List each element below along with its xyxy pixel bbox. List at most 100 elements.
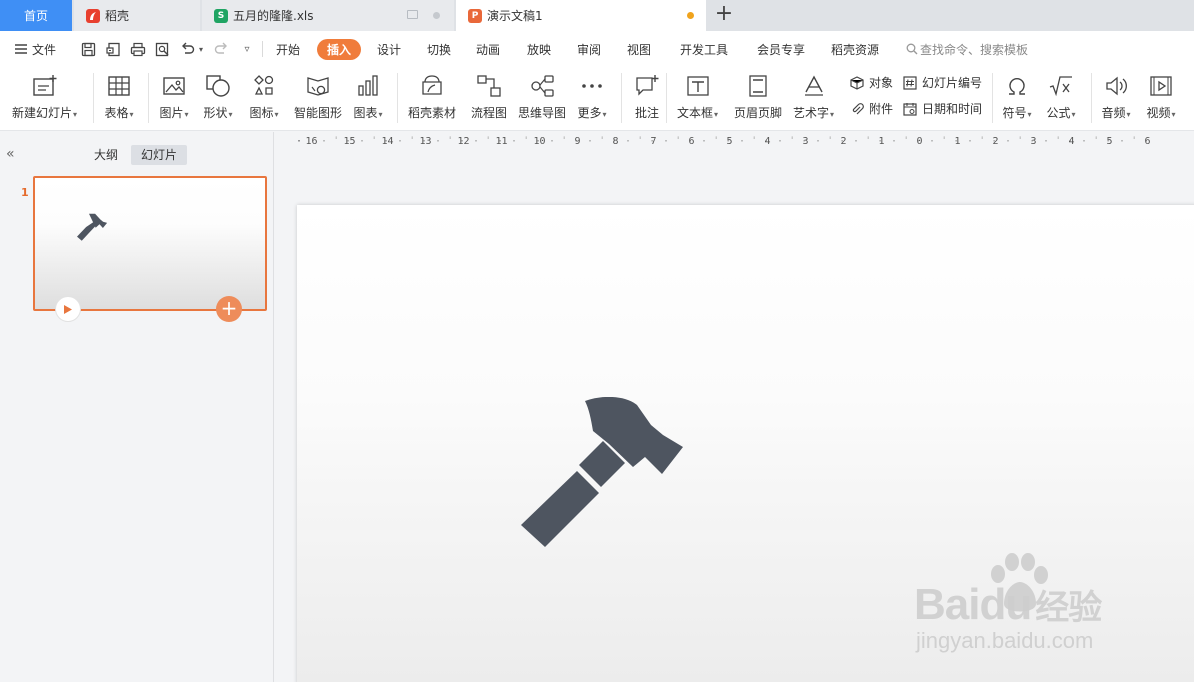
video-label: 视频 (1146, 106, 1171, 120)
ruler-tick: · ˈ · (511, 136, 542, 147)
menu-design[interactable]: 设计 (377, 41, 401, 58)
undo-dropdown-icon[interactable]: ▾ (196, 40, 206, 58)
tab-spreadsheet-label: 五月的隆隆.xls (233, 9, 314, 23)
smart-graphic-button[interactable]: 智能图形 (294, 71, 342, 121)
command-search[interactable]: 查找命令、搜索模板 (906, 41, 1028, 58)
unsaved-dot-icon[interactable] (687, 12, 694, 19)
textbox-button[interactable]: 文本框▾ (677, 71, 718, 121)
insert-ribbon: 新建幻灯片▾ 表格▾ 图片▾ 形状▾ 图标▾ 智能图形 图表▾ 稻壳素材 流程图… (0, 67, 1194, 131)
tab-daoke-label: 稻壳 (105, 9, 130, 23)
bar-chart-icon (353, 71, 383, 101)
ruler-tick: · ˈ · (1119, 136, 1150, 147)
shape-button[interactable]: 形状▾ (203, 71, 233, 121)
menu-bar: 文件 ▾ ▿ 开始 插入 设计 切换 动画 放映 审阅 视图 开发工具 会员专享… (0, 31, 1194, 67)
print-icon[interactable] (129, 40, 147, 58)
attachment-button[interactable]: 附件 (849, 100, 893, 117)
comment-button[interactable]: 批注 (632, 71, 662, 121)
undo-icon[interactable] (178, 40, 196, 58)
tab-slides[interactable]: 幻灯片 (131, 145, 188, 165)
table-button[interactable]: 表格▾ (104, 71, 134, 121)
ruler-tick: · ˈ · (435, 136, 466, 147)
chart-button[interactable]: 图表▾ (353, 71, 383, 121)
object-button[interactable]: 对象 (849, 74, 893, 91)
icon-library-button[interactable]: 图标▾ (249, 71, 279, 121)
ruler-label: 8 (612, 136, 619, 147)
menu-member[interactable]: 会员专享 (757, 41, 805, 58)
slide-number-button[interactable]: 幻灯片编号 (902, 74, 982, 91)
chevron-down-icon: ▾ (714, 110, 719, 119)
ribbon-divider (397, 73, 398, 123)
menu-daoke-resources[interactable]: 稻壳资源 (831, 41, 879, 58)
video-button[interactable]: 视频▾ (1146, 71, 1176, 121)
ruler-label: 4 (764, 136, 771, 147)
formula-button[interactable]: 公式▾ (1046, 71, 1076, 121)
more-button[interactable]: 更多▾ (577, 71, 607, 121)
ruler-label: 3 (1030, 136, 1037, 147)
slide-number-label: 幻灯片编号 (922, 76, 983, 90)
window-icon[interactable] (407, 10, 418, 19)
textbox-label: 文本框 (677, 106, 714, 120)
menu-animation[interactable]: 动画 (476, 41, 500, 58)
new-slide-label: 新建幻灯片 (12, 106, 73, 120)
symbol-button[interactable]: 符号▾ (1002, 71, 1032, 121)
close-dot-icon[interactable] (433, 12, 440, 19)
flowchart-button[interactable]: 流程图 (471, 71, 507, 121)
customize-quick-access-icon[interactable]: ▿ (238, 40, 256, 58)
new-tab-button[interactable]: + (712, 3, 736, 27)
daoke-material-button[interactable]: 稻壳素材 (408, 71, 456, 121)
slide-thumbnail[interactable]: + (33, 176, 267, 322)
attachment-label: 附件 (869, 102, 894, 116)
tab-home[interactable]: 首页 (0, 0, 72, 31)
audio-button[interactable]: 音频▾ (1101, 71, 1131, 121)
menu-slideshow[interactable]: 放映 (527, 41, 551, 58)
play-slide-button[interactable] (55, 296, 81, 322)
hash-icon (902, 75, 918, 91)
wordart-button[interactable]: 艺术字▾ (793, 71, 834, 121)
save-icon[interactable] (79, 40, 97, 58)
menu-view[interactable]: 视图 (627, 41, 651, 58)
daoke-material-label: 稻壳素材 (408, 106, 457, 120)
ruler-tick: · ˈ · (967, 136, 998, 147)
ruler-label: 1 (878, 136, 885, 147)
chevron-down-icon: ▾ (378, 110, 383, 119)
menu-review[interactable]: 审阅 (577, 41, 601, 58)
video-icon (1146, 71, 1176, 101)
ribbon-divider (621, 73, 622, 123)
add-slide-button[interactable]: + (216, 296, 242, 322)
header-footer-button[interactable]: 页眉页脚 (734, 71, 782, 121)
collapse-panel-icon[interactable]: « (6, 146, 15, 162)
ruler-label: 16 (305, 136, 318, 147)
shape-label: 形状 (203, 106, 228, 120)
symbol-label: 符号 (1002, 106, 1027, 120)
picture-button[interactable]: 图片▾ (159, 71, 189, 121)
tab-spreadsheet[interactable]: S 五月的隆隆.xls (202, 0, 454, 31)
menu-transition[interactable]: 切换 (427, 41, 451, 58)
chevron-down-icon: ▾ (129, 110, 134, 119)
date-time-button[interactable]: 日期和时间 (902, 100, 982, 117)
redo-icon[interactable] (212, 40, 230, 58)
ruler-label: 3 (802, 136, 809, 147)
menu-developer-tools[interactable]: 开发工具 (680, 41, 728, 58)
tab-daoke[interactable]: 稻壳 (74, 0, 200, 31)
export-pdf-icon[interactable] (104, 40, 122, 58)
menu-insert[interactable]: 插入 (317, 39, 362, 60)
slide-panel: « 大纲 幻灯片 1 + (0, 132, 274, 682)
tab-presentation[interactable]: P 演示文稿1 (456, 0, 706, 31)
daoke-logo-icon (86, 8, 100, 23)
hammer-icon[interactable] (521, 397, 689, 547)
print-preview-icon[interactable] (153, 40, 171, 58)
ribbon-divider (1091, 73, 1092, 123)
ruler-tick: · ˈ · (663, 136, 694, 147)
wordart-icon (799, 71, 829, 101)
menu-start[interactable]: 开始 (276, 41, 300, 58)
file-menu[interactable]: 文件 (14, 41, 56, 58)
new-slide-button[interactable]: 新建幻灯片▾ (12, 71, 77, 121)
mindmap-button[interactable]: 思维导图 (518, 71, 566, 121)
chevron-down-icon: ▾ (602, 110, 607, 119)
watermark-latin: Baidu (914, 580, 1032, 629)
object-icon (849, 75, 865, 91)
tab-outline[interactable]: 大纲 (84, 145, 128, 165)
icons-grid-icon (249, 71, 279, 101)
shape-icon (203, 71, 233, 101)
tab-presentation-label: 演示文稿1 (487, 9, 543, 23)
